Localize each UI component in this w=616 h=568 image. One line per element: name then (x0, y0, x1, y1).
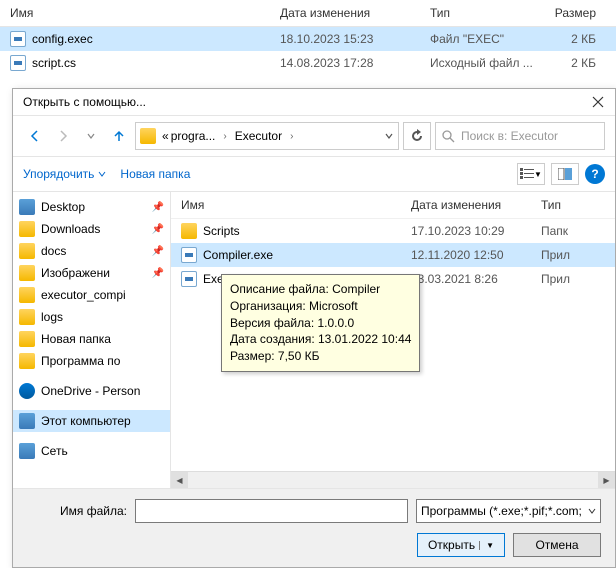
tree-item-this-pc[interactable]: Этот компьютер (13, 410, 170, 432)
pin-icon: 📌 (152, 246, 164, 257)
pin-icon: 📌 (152, 202, 164, 213)
filetype-select[interactable]: Программы (*.exe;*.pif;*.com; (416, 499, 601, 523)
address-bar[interactable]: « progra... › Executor › (135, 122, 399, 150)
dialog-titlebar: Открыть с помощью... (13, 89, 615, 116)
chevron-right-icon: › (221, 131, 228, 142)
close-icon (592, 96, 604, 108)
scroll-track[interactable] (188, 472, 598, 488)
list-row[interactable]: Compiler.exe 12.11.2020 12:50 Прил (171, 243, 615, 267)
refresh-button[interactable] (403, 122, 431, 150)
dialog-footer: Имя файла: Программы (*.exe;*.pif;*.com;… (13, 488, 615, 567)
folder-icon (19, 331, 35, 347)
list-headers: Имя Дата изменения Тип (171, 192, 615, 219)
bg-header-size[interactable]: Размер (540, 6, 606, 20)
chevron-right-icon: › (288, 131, 295, 142)
chevron-down-icon (384, 131, 394, 141)
pin-icon: 📌 (152, 224, 164, 235)
content-area: Desktop📌 Downloads📌 docs📌 Изображени📌 ex… (13, 192, 615, 488)
bg-header-date[interactable]: Дата изменения (280, 6, 430, 20)
folder-icon (19, 243, 35, 259)
up-button[interactable] (107, 124, 131, 148)
toolbar: Упорядочить Новая папка ▼ ? (13, 157, 615, 192)
chevron-down-icon (86, 131, 96, 141)
breadcrumb-seg[interactable]: Executor (231, 127, 286, 145)
tree-item[interactable]: logs (13, 306, 170, 328)
tree-item[interactable]: executor_compi (13, 284, 170, 306)
file-list: Имя Дата изменения Тип Scripts 17.10.202… (171, 192, 615, 488)
tree-item-downloads[interactable]: Downloads📌 (13, 218, 170, 240)
exe-icon (181, 247, 197, 263)
tree-item[interactable]: Новая папка (13, 328, 170, 350)
bg-row[interactable]: script.cs 14.08.2023 17:28 Исходный файл… (0, 51, 616, 75)
bg-header-name[interactable]: Имя (10, 6, 280, 20)
folder-icon (19, 221, 35, 237)
bg-column-headers: Имя Дата изменения Тип Размер (0, 0, 616, 27)
recent-dropdown[interactable] (79, 124, 103, 148)
address-dropdown[interactable] (384, 131, 394, 141)
dialog-title-text: Открыть с помощью... (23, 95, 146, 109)
folder-icon (181, 223, 197, 239)
chevron-down-icon (98, 170, 106, 178)
preview-pane-icon (558, 168, 572, 180)
folder-icon (140, 128, 156, 144)
filename-label: Имя файла: (27, 504, 127, 518)
search-icon (442, 130, 455, 143)
filename-input[interactable] (135, 499, 408, 523)
tree-item-docs[interactable]: docs📌 (13, 240, 170, 262)
cs-file-icon (10, 55, 26, 71)
bg-header-type[interactable]: Тип (430, 6, 540, 20)
nav-bar: « progra... › Executor › Поиск в: Execut… (13, 116, 615, 157)
desktop-icon (19, 199, 35, 215)
tree-item-images[interactable]: Изображени📌 (13, 262, 170, 284)
arrow-up-icon (111, 128, 127, 144)
folder-icon (19, 309, 35, 325)
open-with-dialog: Открыть с помощью... « progra... › Execu… (12, 88, 616, 568)
open-button[interactable]: Открыть ▼ (417, 533, 505, 557)
network-icon (19, 443, 35, 459)
horizontal-scrollbar[interactable]: ◀ ▶ (171, 471, 615, 488)
back-button[interactable] (23, 124, 47, 148)
onedrive-icon (19, 383, 35, 399)
close-button[interactable] (591, 95, 605, 109)
refresh-icon (410, 129, 424, 143)
forward-button[interactable] (51, 124, 75, 148)
chevron-down-icon (588, 507, 596, 515)
tree-item[interactable]: Программа по (13, 350, 170, 372)
pin-icon: 📌 (152, 268, 164, 279)
tree-item-network[interactable]: Сеть (13, 440, 170, 462)
organize-button[interactable]: Упорядочить (23, 167, 106, 181)
list-header-date[interactable]: Дата изменения (411, 198, 541, 212)
file-tooltip: Описание файла: Compiler Организация: Mi… (221, 274, 420, 372)
arrow-left-icon (27, 128, 43, 144)
arrow-right-icon (55, 128, 71, 144)
list-header-name[interactable]: Имя (181, 198, 411, 212)
preview-pane-button[interactable] (551, 163, 579, 185)
tree-item-onedrive[interactable]: OneDrive - Person (13, 380, 170, 402)
cancel-button[interactable]: Отмена (513, 533, 601, 557)
search-input[interactable]: Поиск в: Executor (435, 122, 605, 150)
scroll-right-button[interactable]: ▶ (598, 472, 615, 488)
exec-file-icon (10, 31, 26, 47)
list-view-icon (520, 168, 534, 180)
breadcrumb-seg[interactable]: « progra... (158, 127, 219, 145)
folder-icon (19, 287, 35, 303)
scroll-left-button[interactable]: ◀ (171, 472, 188, 488)
tree-item-desktop[interactable]: Desktop📌 (13, 196, 170, 218)
pc-icon (19, 413, 35, 429)
folder-icon (19, 353, 35, 369)
list-row[interactable]: Scripts 17.10.2023 10:29 Папк (171, 219, 615, 243)
help-button[interactable]: ? (585, 164, 605, 184)
bg-row[interactable]: config.exec 18.10.2023 15:23 Файл "EXEC"… (0, 27, 616, 51)
new-folder-button[interactable]: Новая папка (120, 167, 190, 181)
view-mode-button[interactable]: ▼ (517, 163, 545, 185)
nav-tree[interactable]: Desktop📌 Downloads📌 docs📌 Изображени📌 ex… (13, 192, 171, 488)
folder-icon (19, 265, 35, 281)
exe-icon (181, 271, 197, 287)
list-header-type[interactable]: Тип (541, 198, 605, 212)
